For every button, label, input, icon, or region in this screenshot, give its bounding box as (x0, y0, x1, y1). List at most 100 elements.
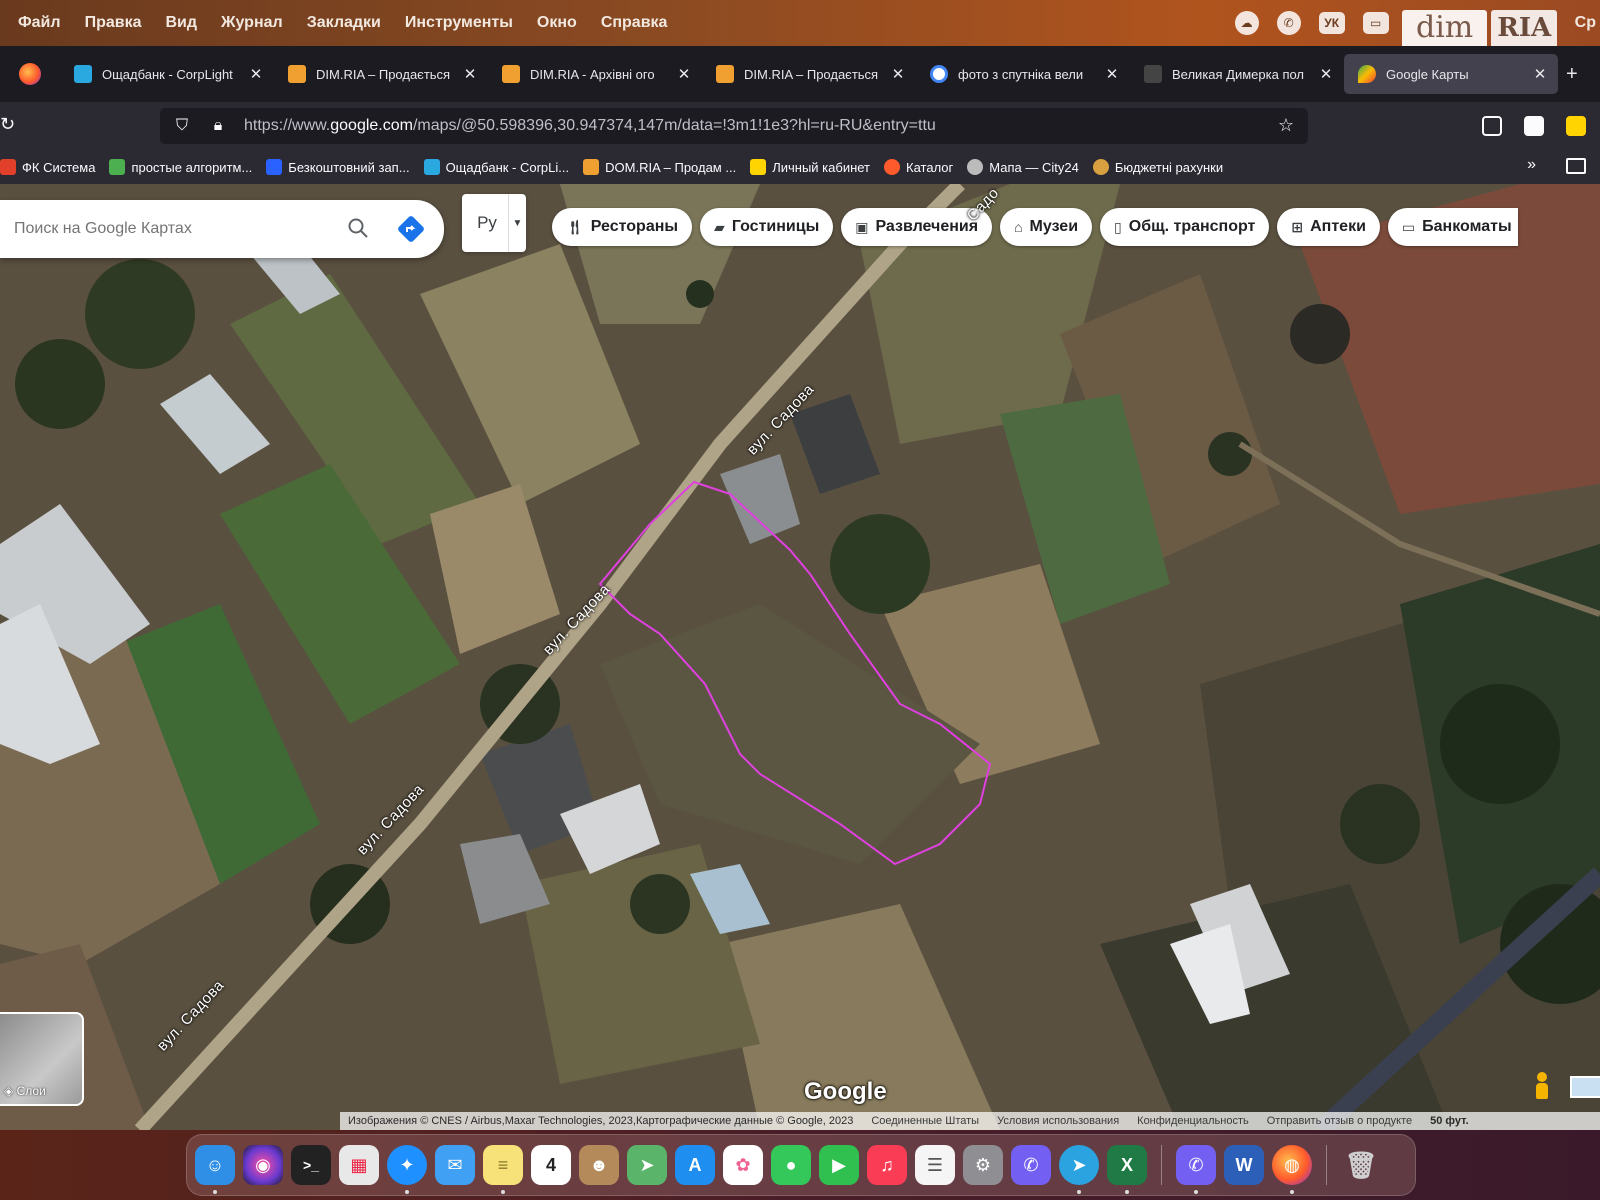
menu-help[interactable]: Справка (589, 14, 680, 32)
viber-status-icon[interactable]: ✆ (1276, 11, 1301, 35)
finder-icon[interactable]: ☺ (195, 1145, 235, 1194)
close-icon[interactable]: ✕ (462, 65, 478, 83)
navigation-bar: ↻ ⛉ 🔒︎ https://www.google.com/maps/@50.5… (0, 102, 1600, 150)
chip-restaurants[interactable]: 🍴︎ Рестораны (552, 208, 693, 246)
url-path: /maps/@50.598396,30.947374,147m/data=!3m… (412, 117, 936, 134)
bookmark-free[interactable]: Безкоштовний зап... (266, 159, 410, 175)
creative-cloud-icon[interactable]: ☁ (1234, 11, 1259, 35)
tab-google-search[interactable]: фото з спутніка вели ✕ (916, 54, 1130, 94)
tracking-shield-icon[interactable]: ⛉ (168, 117, 196, 135)
messages-icon[interactable]: ● (771, 1145, 811, 1185)
close-icon[interactable]: ✕ (1532, 65, 1548, 83)
menu-window[interactable]: Окно (525, 14, 589, 32)
bookmark-budget[interactable]: Бюджетні рахунки (1092, 159, 1223, 175)
menu-history[interactable]: Журнал (209, 14, 295, 32)
footer-link-terms[interactable]: Условия использования (997, 1115, 1119, 1127)
menu-file[interactable]: Файл (0, 14, 73, 32)
chevron-double-right-icon[interactable]: » (1527, 156, 1536, 174)
launchpad-icon[interactable]: ▦ (339, 1145, 379, 1185)
menu-view[interactable]: Вид (153, 14, 209, 32)
bookmark-city24[interactable]: Мапа — City24 (967, 159, 1079, 175)
extension-icon[interactable] (1524, 116, 1544, 136)
tab-title: Google Карты (1386, 66, 1469, 82)
close-icon[interactable]: ✕ (1318, 65, 1334, 83)
close-icon[interactable]: ✕ (1104, 65, 1120, 83)
bookmark-algorithms[interactable]: простые алгоритм... (109, 159, 252, 175)
tab-dimria-2[interactable]: DIM.RIA - Архівні ого ✕ (488, 54, 702, 94)
new-tab-button[interactable]: + (1566, 63, 1578, 86)
word-icon[interactable]: W (1224, 1145, 1264, 1185)
contacts-icon[interactable]: ☻ (579, 1145, 619, 1185)
close-icon[interactable]: ✕ (248, 65, 264, 83)
menu-bookmarks[interactable]: Закладки (295, 14, 393, 32)
bookmark-cabinet[interactable]: Личный кабинет (750, 159, 870, 175)
restaurant-icon: 🍴︎ (566, 218, 584, 235)
tab-dimria-3[interactable]: DIM.RIA – Продається ✕ (702, 54, 916, 94)
trash-icon[interactable]: 🗑︎ (1341, 1145, 1381, 1185)
menubar-clock[interactable]: Ср (1575, 14, 1596, 32)
pegman-icon[interactable] (1534, 1072, 1550, 1100)
dropdown-caret-icon[interactable]: ▼ (508, 194, 526, 252)
url-text[interactable]: https://www.google.com/maps/@50.598396,3… (244, 117, 936, 135)
folder-icon[interactable] (1566, 158, 1586, 174)
extension-yellow-icon[interactable] (1566, 116, 1586, 136)
siri-icon[interactable]: ◉ (243, 1145, 283, 1185)
maps-icon[interactable]: ➤ (627, 1145, 667, 1185)
building-icon (1144, 65, 1162, 83)
directions-icon[interactable] (396, 214, 426, 244)
viber-recent-icon[interactable]: ✆ (1176, 1145, 1216, 1194)
bookmark-catalog[interactable]: Каталог (884, 159, 953, 175)
mail-icon[interactable]: ✉ (435, 1145, 475, 1185)
search-icon[interactable] (346, 216, 370, 240)
satellite-map[interactable]: Ру ▼ 🍴︎ Рестораны ▰ Гостиницы ▣ Развлечения… (0, 184, 1600, 1130)
terminal-icon[interactable]: >_ (291, 1145, 331, 1185)
calendar-icon[interactable]: 4 (531, 1145, 571, 1185)
facetime-icon[interactable]: ▶ (819, 1145, 859, 1185)
bookmark-oschadbank[interactable]: Ощадбанк - CorpLi... (423, 159, 569, 175)
pocket-icon[interactable] (1482, 116, 1502, 136)
lock-icon[interactable]: 🔒︎ (204, 117, 232, 135)
bookmark-star-icon[interactable]: ☆ (1278, 115, 1294, 136)
footer-link-privacy[interactable]: Конфиденциальность (1137, 1115, 1249, 1127)
excel-icon[interactable]: X (1107, 1145, 1147, 1194)
footer-link-feedback[interactable]: Отправить отзыв о продукте (1267, 1115, 1412, 1127)
tab-google-maps[interactable]: Google Карты ✕ (1344, 54, 1558, 94)
close-icon[interactable]: ✕ (676, 65, 692, 83)
maps-search-input[interactable] (14, 220, 314, 238)
chip-hotels[interactable]: ▰ Гостиницы (700, 208, 834, 246)
url-domain: google.com (330, 117, 413, 134)
map-scale[interactable]: 50 фут. (1430, 1115, 1469, 1127)
menu-edit[interactable]: Правка (73, 14, 154, 32)
minimap-toggle[interactable] (1570, 1076, 1600, 1098)
chip-transit[interactable]: ▯ Общ. транспорт (1100, 208, 1270, 246)
close-icon[interactable]: ✕ (890, 65, 906, 83)
footer-link-country[interactable]: Соединенные Штаты (871, 1115, 979, 1127)
appstore-icon[interactable]: A (675, 1145, 715, 1185)
tab-oschadbank[interactable]: Ощадбанк - CorpLight ✕ (60, 54, 274, 94)
url-bar[interactable]: ⛉ 🔒︎ https://www.google.com/maps/@50.598… (160, 108, 1308, 144)
battery-icon[interactable]: ▭ (1362, 12, 1389, 34)
settings-icon[interactable]: ⚙ (963, 1145, 1003, 1185)
chip-museums[interactable]: ⌂ Музеи (1000, 208, 1093, 246)
tab-dimria-1[interactable]: DIM.RIA – Продається ✕ (274, 54, 488, 94)
reminders-icon[interactable]: ☰ (915, 1145, 955, 1185)
input-source-indicator[interactable]: УК (1318, 12, 1345, 34)
firefox-dock-icon[interactable]: ◍ (1272, 1145, 1312, 1194)
telegram-icon[interactable]: ➤ (1059, 1145, 1099, 1194)
viber-icon[interactable]: ✆ (1011, 1145, 1051, 1185)
layers-button[interactable]: ◈ Слои (0, 1012, 84, 1106)
firefox-icon[interactable] (0, 46, 60, 102)
layers-icon: ◈ (4, 1084, 17, 1098)
menu-tools[interactable]: Инструменты (393, 14, 525, 32)
bookmark-domria[interactable]: DOM.RIA – Продам ... (583, 159, 736, 175)
photos-icon[interactable]: ✿ (723, 1145, 763, 1185)
reload-icon[interactable]: ↻ (0, 114, 15, 135)
tab-velyka-dymerka[interactable]: Великая Димерка пол ✕ (1130, 54, 1344, 94)
safari-icon[interactable]: ✦ (387, 1145, 427, 1194)
language-button[interactable]: Ру ▼ (462, 194, 526, 252)
chip-pharmacies[interactable]: ⊞ Аптеки (1277, 208, 1380, 246)
music-icon[interactable]: ♫ (867, 1145, 907, 1185)
notes-icon[interactable]: ≡ (483, 1145, 523, 1194)
chip-atms[interactable]: ▭ Банкоматы (1387, 208, 1518, 246)
bookmark-fk-systema[interactable]: ФК Система (0, 159, 95, 175)
